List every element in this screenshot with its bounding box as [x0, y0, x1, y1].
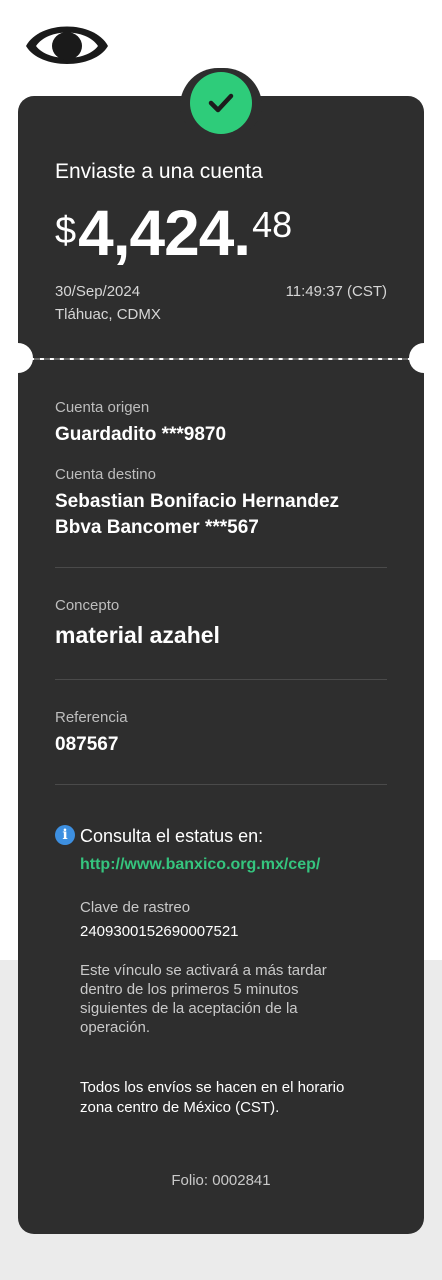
amount-integer: 4,424. — [78, 197, 251, 269]
ticket-notch-right — [409, 343, 439, 373]
summary-title: Enviaste a una cuenta — [55, 160, 263, 183]
activation-note-line: operación. — [80, 1019, 151, 1036]
amount-currency: $ — [55, 210, 77, 252]
transfer-location: Tláhuac, CDMX — [55, 306, 161, 323]
tracking-key-value: 2409300152690007521 — [80, 923, 239, 940]
activation-note: Este vínculo se activará a más tardar de… — [80, 961, 400, 1037]
transfer-date: 30/Sep/2024 — [55, 283, 141, 300]
reference-label: Referencia — [55, 709, 128, 726]
amount-cents: 48 — [252, 204, 293, 245]
concept-label: Concepto — [55, 597, 120, 614]
ticket-perforation — [34, 358, 408, 360]
success-badge — [190, 72, 252, 134]
origin-account-value: Guardadito ***9870 — [55, 424, 227, 445]
divider — [55, 567, 387, 568]
transfer-amount: $ 4,424. 48 — [55, 198, 292, 268]
divider — [55, 784, 387, 785]
folio-number: Folio: 0002841 — [171, 1172, 271, 1189]
check-icon — [208, 93, 234, 113]
destination-bank: Bbva Bancomer ***567 — [55, 517, 259, 538]
activation-note-line: dentro de los primeros 5 minutos — [80, 981, 299, 998]
origin-account-label: Cuenta origen — [55, 399, 150, 416]
schedule-note-line: Todos los envíos se hacen en el horario — [80, 1079, 345, 1096]
reference-value: 087567 — [55, 734, 119, 755]
info-icon: i — [55, 825, 75, 845]
destination-account-label: Cuenta destino — [55, 466, 156, 483]
divider — [55, 679, 387, 680]
activation-note-line: Este vínculo se activará a más tardar — [80, 962, 327, 979]
concept-value: material azahel — [55, 622, 220, 648]
transfer-time: 11:49:37 (CST) — [285, 283, 387, 300]
banxico-cep-link[interactable]: http://www.banxico.org.mx/cep/ — [80, 856, 320, 874]
eye-logo-icon — [26, 26, 108, 64]
consult-status-text: Consulta el estatus en: — [80, 826, 264, 846]
ticket-notch-left — [3, 343, 33, 373]
tracking-key-label: Clave de rastreo — [80, 899, 191, 916]
activation-note-line: siguientes de la aceptación de la — [80, 1000, 298, 1017]
schedule-note-line: zona centro de México (CST). — [80, 1099, 280, 1116]
schedule-note: Todos los envíos se hacen en el horario … — [80, 1078, 400, 1118]
destination-name: Sebastian Bonifacio Hernandez — [55, 491, 340, 512]
